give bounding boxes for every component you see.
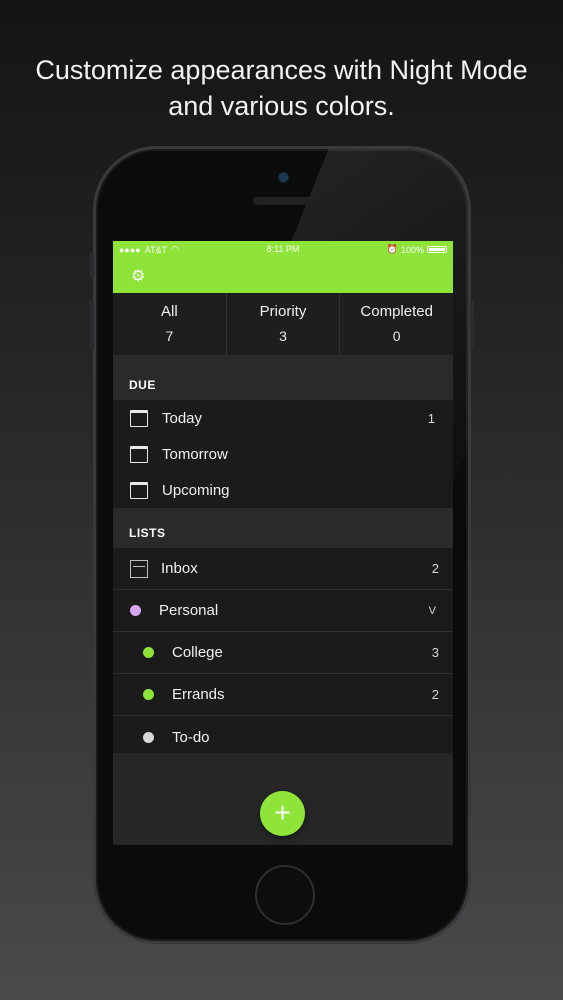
list-item-errands[interactable]: Errands 2: [113, 674, 453, 716]
list-item-count: 2: [431, 561, 439, 576]
home-button[interactable]: [255, 865, 315, 925]
filter-label: All: [161, 303, 178, 320]
list-item-label: Inbox: [161, 560, 198, 577]
filter-count: 0: [392, 328, 401, 344]
app-bar: ⚙: [113, 258, 453, 293]
filter-priority[interactable]: Priority 3: [227, 293, 341, 355]
list-item-count: 2: [431, 687, 439, 702]
lists-section-header: LISTS: [113, 508, 453, 548]
list-item-label: College: [172, 644, 223, 661]
app-screen: ●●●● AT&T ◠ 8:11 PM ⏰ 100% ⚙ All 7 Prior…: [113, 241, 453, 845]
list-item-todo[interactable]: To-do: [113, 716, 453, 758]
due-item-tomorrow[interactable]: Tomorrow: [113, 436, 453, 472]
due-item-count: 1: [427, 410, 435, 426]
filter-label: Completed: [360, 303, 433, 320]
list-group-personal[interactable]: Personal V: [113, 590, 453, 632]
battery-icon: [427, 246, 447, 253]
filter-count: 7: [165, 328, 174, 344]
status-bar: ●●●● AT&T ◠ 8:11 PM ⏰ 100%: [113, 241, 453, 258]
chevron-down-icon[interactable]: V: [429, 605, 436, 617]
promo-headline: Customize appearances with Night Mode an…: [0, 52, 563, 124]
due-item-today[interactable]: Today 1: [113, 400, 453, 436]
add-task-button[interactable]: +: [260, 791, 305, 836]
due-section-header: DUE: [113, 355, 453, 400]
due-item-label: Tomorrow: [162, 445, 228, 463]
calendar-icon: [130, 481, 148, 499]
volume-up-button: [90, 252, 94, 278]
list-color-dot: [130, 605, 141, 616]
list-color-dot: [143, 647, 154, 658]
calendar-icon: [130, 445, 148, 463]
list-item-label: Errands: [172, 686, 225, 703]
gear-icon[interactable]: ⚙: [131, 266, 145, 286]
list-color-dot: [143, 689, 154, 700]
filter-label: Priority: [259, 303, 307, 320]
list-item-college[interactable]: College 3: [113, 632, 453, 674]
filter-tabs: All 7 Priority 3 Completed 0: [113, 293, 453, 355]
filter-all[interactable]: All 7: [113, 293, 227, 355]
volume-down-button: [90, 300, 94, 350]
filter-count: 3: [279, 328, 287, 344]
list-item-inbox[interactable]: Inbox 2: [113, 548, 453, 590]
status-time: 8:11 PM: [266, 244, 300, 254]
due-item-label: Today: [162, 409, 203, 427]
headline-line-2: and various colors.: [168, 91, 395, 121]
list-color-dot: [143, 731, 154, 743]
due-item-upcoming[interactable]: Upcoming: [113, 472, 453, 508]
front-camera: [279, 173, 288, 182]
headline-line-1: Customize appearances with Night Mode: [35, 55, 528, 85]
list-item-count: 3: [431, 645, 439, 660]
list-item-label: To-do: [172, 728, 210, 746]
inbox-icon: [130, 559, 148, 578]
power-button: [470, 300, 474, 350]
calendar-icon: [130, 409, 148, 427]
due-item-label: Upcoming: [162, 481, 230, 499]
list-item-label: Personal: [159, 602, 219, 619]
earpiece-speaker: [253, 197, 315, 205]
filter-completed[interactable]: Completed 0: [340, 293, 453, 355]
